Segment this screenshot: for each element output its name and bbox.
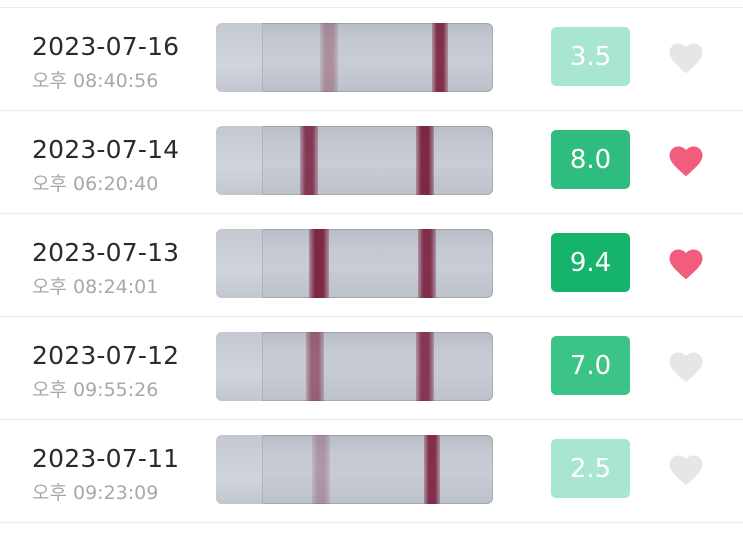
strip-edge bbox=[216, 126, 263, 195]
test-strip-image bbox=[216, 23, 493, 92]
test-strip-image bbox=[216, 332, 493, 401]
heart-icon[interactable] bbox=[668, 350, 704, 384]
test-date: 2023-07-16 bbox=[32, 32, 180, 61]
heart-icon[interactable] bbox=[668, 453, 704, 487]
score-badge: 7.0 bbox=[551, 336, 630, 395]
test-line bbox=[312, 435, 330, 504]
test-time: 오후 09:55:26 bbox=[32, 379, 159, 401]
control-line bbox=[424, 435, 440, 504]
score-badge: 9.4 bbox=[551, 233, 630, 292]
list-item[interactable]: 2023-07-14 오후 06:20:40 8.0 bbox=[0, 111, 743, 214]
score-badge: 2.5 bbox=[551, 439, 630, 498]
strip-edge bbox=[216, 435, 263, 504]
test-time: 오후 06:20:40 bbox=[32, 173, 159, 195]
heart-icon[interactable] bbox=[668, 144, 704, 178]
heart-icon[interactable] bbox=[668, 247, 704, 281]
test-date: 2023-07-13 bbox=[32, 238, 180, 267]
control-line bbox=[416, 332, 434, 401]
test-strip-image bbox=[216, 126, 493, 195]
test-strip-image bbox=[216, 435, 493, 504]
strip-edge bbox=[216, 23, 263, 92]
test-line bbox=[300, 126, 318, 195]
strip-edge bbox=[216, 332, 263, 401]
score-badge: 8.0 bbox=[551, 130, 630, 189]
test-date: 2023-07-11 bbox=[32, 444, 180, 473]
heart-icon[interactable] bbox=[668, 41, 704, 75]
list-item[interactable]: 2023-07-12 오후 09:55:26 7.0 bbox=[0, 317, 743, 420]
test-line bbox=[309, 229, 329, 298]
list-item[interactable]: 2023-07-13 오후 08:24:01 9.4 bbox=[0, 214, 743, 317]
test-date: 2023-07-12 bbox=[32, 341, 180, 370]
test-time: 오후 09:23:09 bbox=[32, 482, 159, 504]
test-line bbox=[306, 332, 324, 401]
score-badge: 3.5 bbox=[551, 27, 630, 86]
control-line bbox=[432, 23, 448, 92]
list-item[interactable]: 2023-07-16 오후 08:40:56 3.5 bbox=[0, 8, 743, 111]
list-item[interactable]: 2023-07-11 오후 09:23:09 2.5 bbox=[0, 420, 743, 523]
test-strip-image bbox=[216, 229, 493, 298]
strip-edge bbox=[216, 229, 263, 298]
test-line bbox=[320, 23, 338, 92]
test-date: 2023-07-14 bbox=[32, 135, 180, 164]
test-time: 오후 08:40:56 bbox=[32, 70, 159, 92]
control-line bbox=[418, 229, 436, 298]
test-history-list: 2023-07-16 오후 08:40:56 3.5 2023-07-14 오후… bbox=[0, 0, 743, 535]
control-line bbox=[416, 126, 434, 195]
test-time: 오후 08:24:01 bbox=[32, 276, 159, 298]
